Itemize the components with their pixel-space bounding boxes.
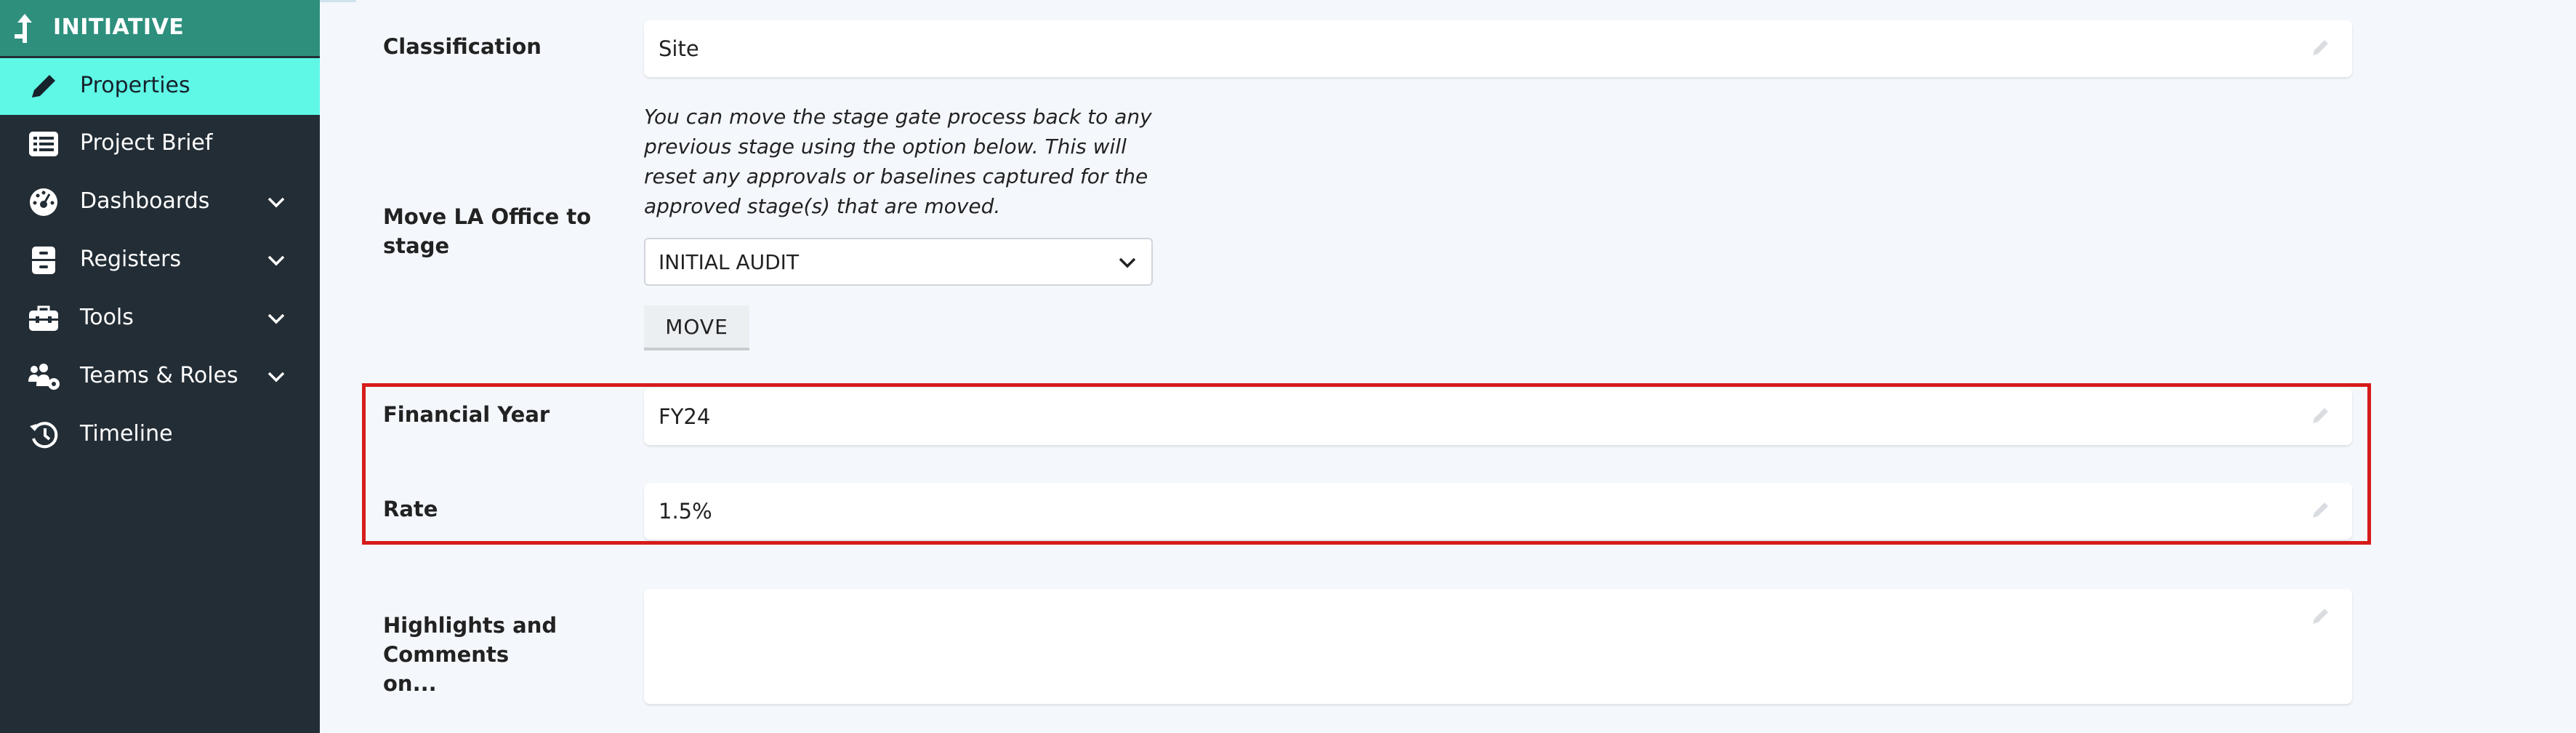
sidebar-item-label: Project Brief [80, 130, 213, 156]
history-icon [30, 422, 58, 449]
sidebar-item-tools[interactable]: Tools [0, 290, 320, 347]
arrow-up-turn-icon [15, 14, 32, 43]
chevron-down-icon [1119, 257, 1136, 268]
toolbox-icon [29, 305, 58, 331]
sidebar-item-dashboards[interactable]: Dashboards [0, 174, 320, 231]
sidebar-item-project-brief[interactable]: Project Brief [0, 116, 320, 172]
gauge-icon [30, 188, 57, 216]
sidebar-item-label: Teams & Roles [80, 363, 238, 388]
sidebar: INITIATIVE Properties Project Brief Dash… [0, 0, 320, 733]
edit-pencil-icon[interactable] [2310, 605, 2332, 627]
sidebar-item-label: Properties [80, 73, 190, 98]
pencil-icon [32, 75, 55, 97]
sidebar-item-timeline[interactable]: Timeline [0, 406, 320, 463]
classification-value: Site [659, 36, 699, 61]
sidebar-item-label: Tools [80, 305, 134, 330]
sidebar-item-label: Timeline [80, 421, 173, 446]
highlights-label: Highlights and Comments on... [383, 613, 558, 696]
edit-pencil-icon[interactable] [2310, 36, 2332, 58]
stage-select-value: INITIAL AUDIT [659, 250, 800, 274]
sidebar-header-label: INITIATIVE [53, 15, 185, 40]
stage-select[interactable]: INITIAL AUDIT [644, 238, 1153, 286]
sidebar-header[interactable]: INITIATIVE [0, 0, 320, 56]
users-gear-icon [28, 364, 60, 390]
highlight-rectangle [362, 383, 2371, 545]
chevron-down-icon[interactable] [265, 367, 287, 386]
sidebar-item-teams-roles[interactable]: Teams & Roles [0, 348, 320, 405]
sidebar-item-label: Registers [80, 247, 182, 272]
move-stage-label: Move LA Office to stage [383, 204, 592, 258]
move-stage-note: You can move the stage gate process back… [644, 105, 1152, 218]
sidebar-item-properties[interactable]: Properties [0, 58, 320, 115]
sidebar-item-registers[interactable]: Registers [0, 232, 320, 289]
chevron-down-icon[interactable] [265, 251, 287, 270]
classification-label: Classification [383, 34, 542, 59]
chevron-down-icon[interactable] [265, 193, 287, 212]
sidebar-item-label: Dashboards [80, 188, 210, 214]
highlights-field[interactable] [644, 589, 2352, 704]
list-icon [29, 132, 58, 156]
chevron-down-icon[interactable] [265, 309, 287, 328]
move-button[interactable]: MOVE [644, 305, 749, 351]
register-icon [32, 247, 55, 274]
classification-field[interactable]: Site [644, 20, 2352, 77]
